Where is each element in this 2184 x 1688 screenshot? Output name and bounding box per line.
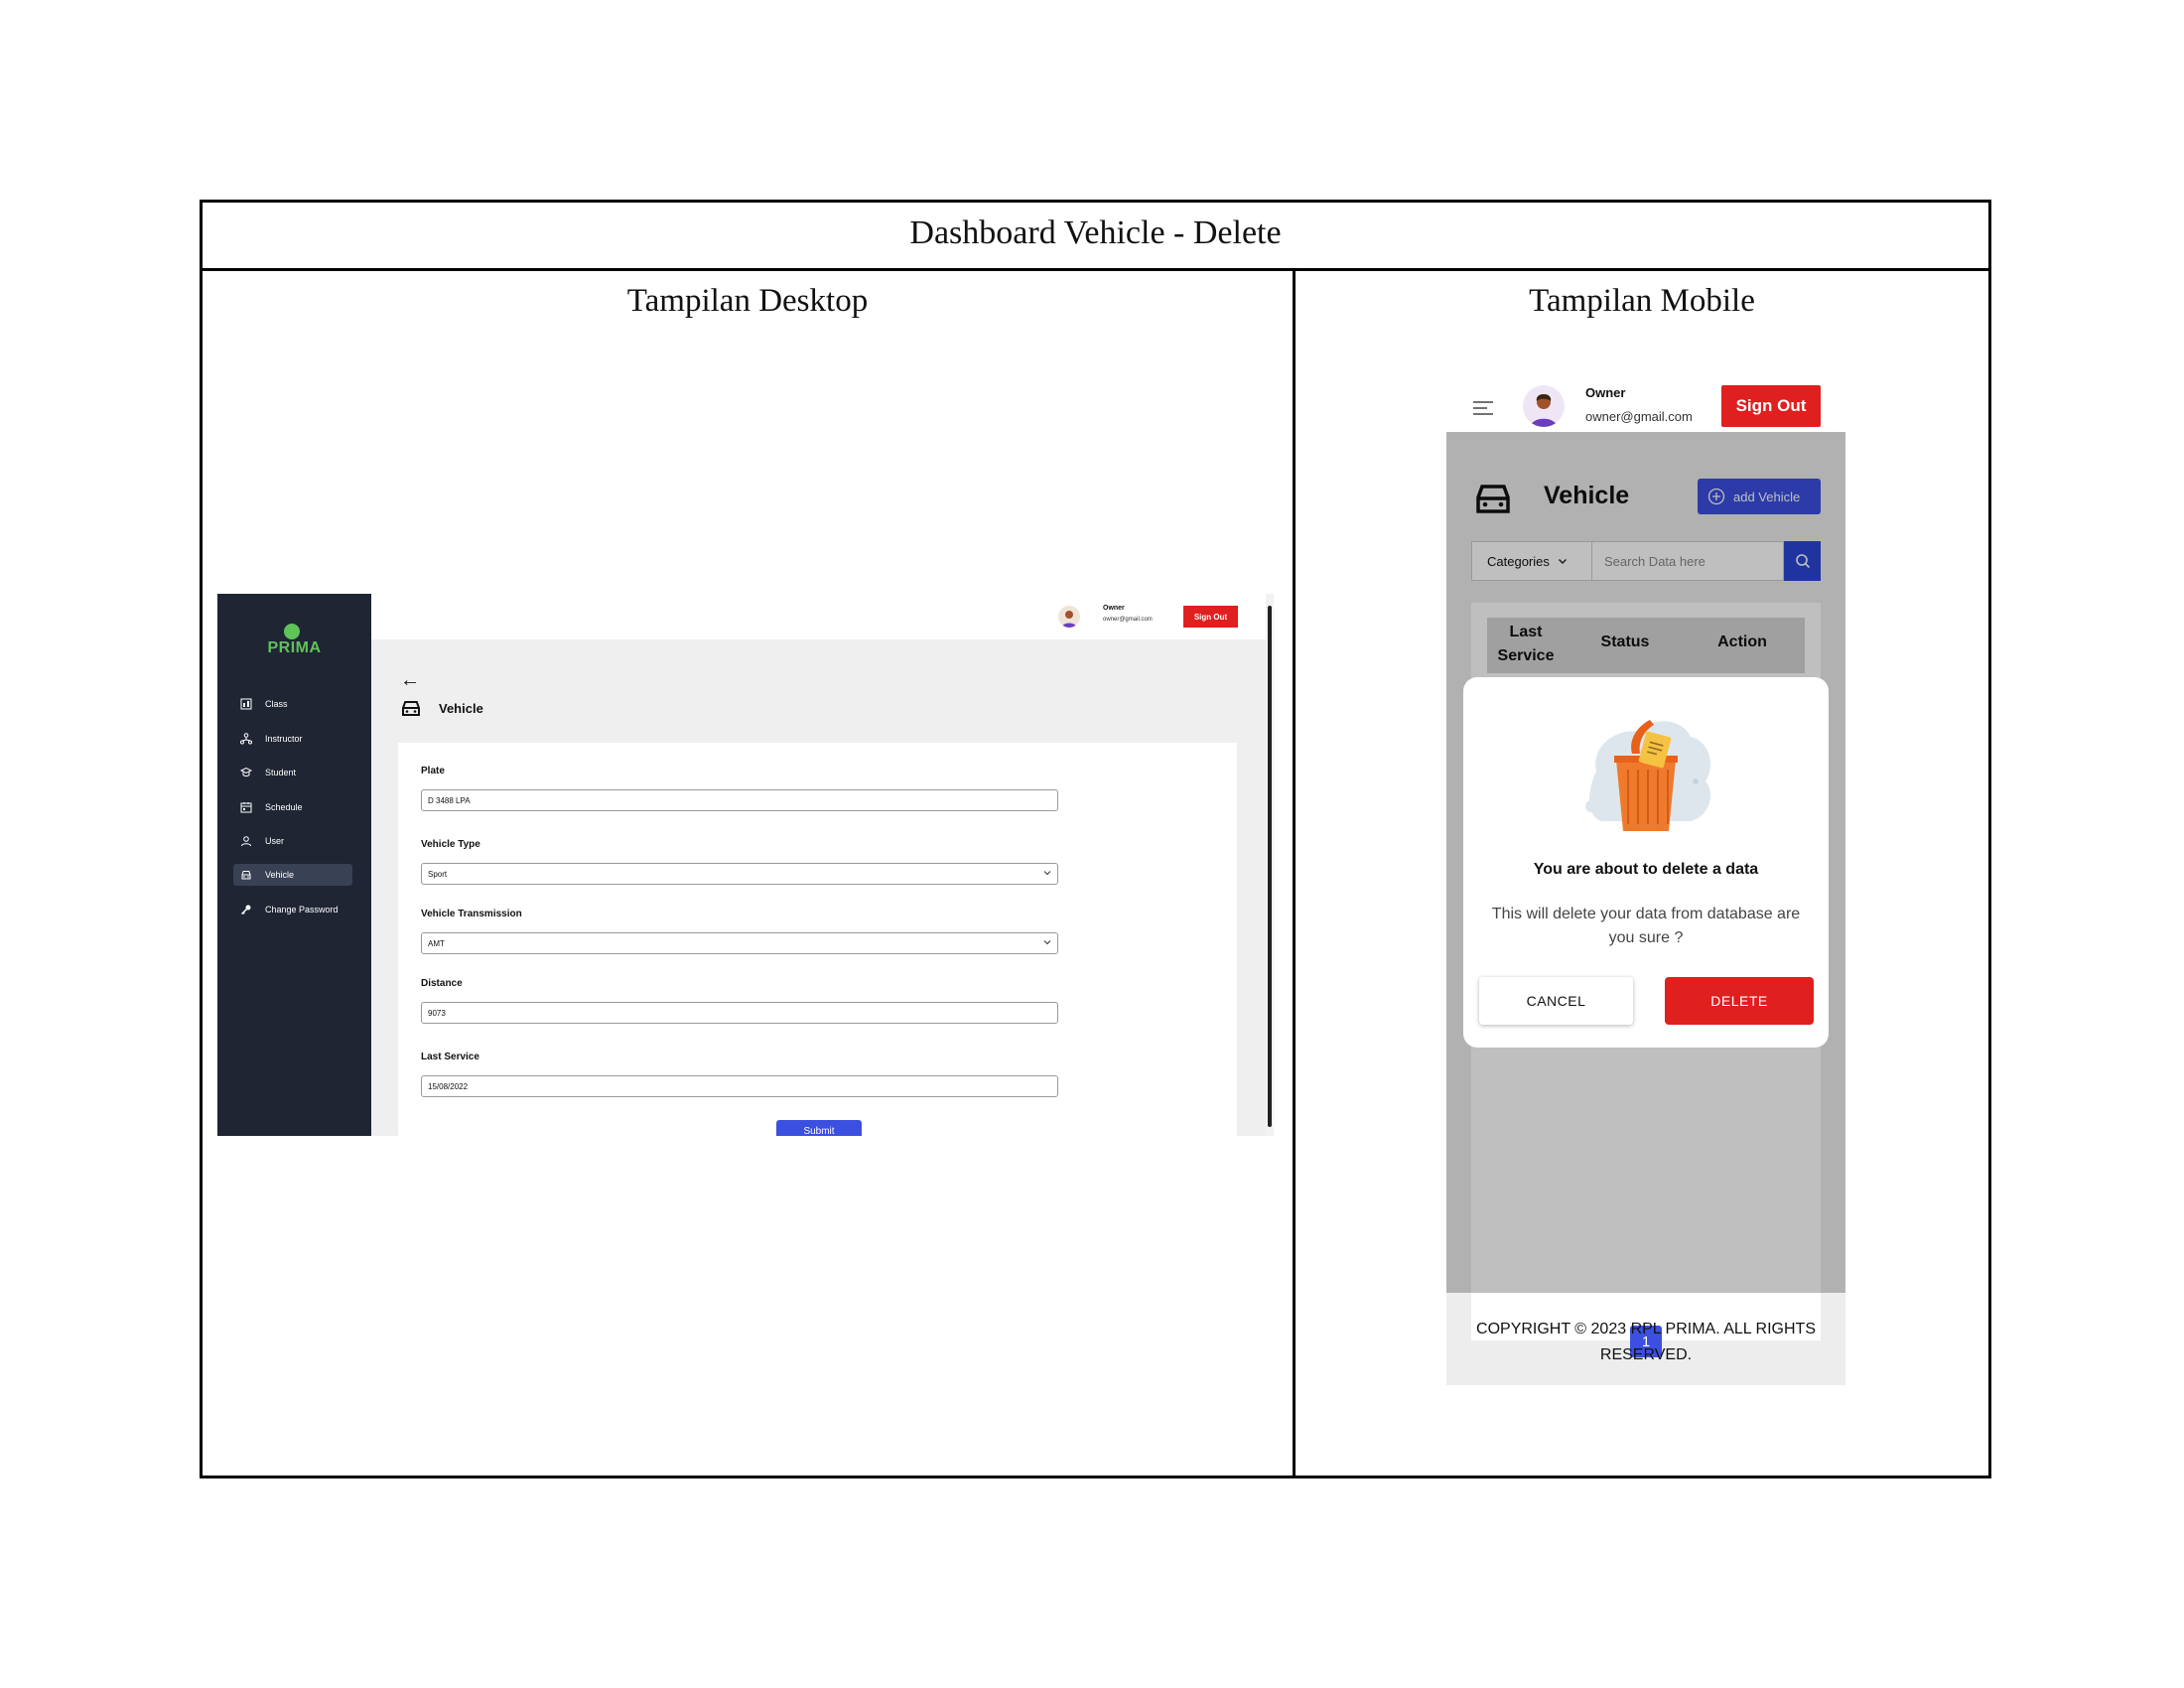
user-icon bbox=[239, 835, 253, 847]
sidebar-item-label: Student bbox=[265, 768, 297, 777]
vehicle-icon bbox=[402, 701, 420, 716]
plate-field[interactable]: D 3488 LPA bbox=[421, 789, 1058, 811]
key-icon bbox=[239, 904, 253, 915]
vehicle-transmission-value: AMT bbox=[428, 938, 445, 948]
distance-field[interactable]: 9073 bbox=[421, 1002, 1058, 1024]
sidebar-item-label: Vehicle bbox=[265, 870, 295, 880]
avatar[interactable] bbox=[1058, 606, 1080, 628]
vehicle-transmission-select[interactable]: AMT bbox=[421, 932, 1058, 954]
desktop-caption: Tampilan Desktop bbox=[626, 283, 869, 319]
modal-title: You are about to delete a data bbox=[1533, 861, 1759, 878]
sign-out-button[interactable]: Sign Out bbox=[1721, 385, 1821, 427]
vehicle-type-select[interactable]: Sport bbox=[421, 863, 1058, 885]
document-title: Dashboard Vehicle - Delete bbox=[909, 214, 1282, 251]
last-service-label: Last Service bbox=[421, 1052, 479, 1062]
sidebar-item-label: Schedule bbox=[265, 802, 303, 812]
sidebar: PRIMA Class Instructor Student Schedule … bbox=[217, 594, 371, 1136]
logo-icon bbox=[284, 624, 300, 639]
column-divider bbox=[1293, 268, 1296, 1478]
vehicle-icon bbox=[239, 869, 253, 881]
vehicle-type-label: Vehicle Type bbox=[421, 839, 480, 850]
sign-out-button[interactable]: Sign Out bbox=[1183, 606, 1238, 628]
sidebar-item-instructor[interactable]: Instructor bbox=[233, 728, 352, 750]
sidebar-item-label: Instructor bbox=[265, 734, 303, 744]
sidebar-item-label: User bbox=[265, 836, 285, 846]
submit-button[interactable]: Submit bbox=[776, 1120, 862, 1136]
vehicle-transmission-label: Vehicle Transmission bbox=[421, 909, 522, 919]
user-email: owner@gmail.com bbox=[1103, 617, 1153, 623]
sidebar-item-schedule[interactable]: Schedule bbox=[233, 796, 352, 818]
menu-icon[interactable] bbox=[1472, 399, 1494, 417]
chevron-down-icon bbox=[1043, 940, 1051, 945]
sidebar-item-user[interactable]: User bbox=[233, 830, 352, 852]
instructor-icon bbox=[239, 733, 253, 745]
delete-confirm-modal: You are about to delete a data This will… bbox=[1463, 677, 1829, 1048]
mobile-screenshot: Owner owner@gmail.com Sign Out Vehicle a… bbox=[1446, 377, 1845, 1385]
chevron-down-icon bbox=[1043, 871, 1051, 876]
sidebar-item-label: Change Password bbox=[265, 905, 339, 914]
scrollbar[interactable] bbox=[1266, 594, 1274, 1136]
class-icon bbox=[239, 698, 253, 710]
user-name: Owner bbox=[1585, 385, 1626, 400]
mobile-caption: Tampilan Mobile bbox=[1529, 283, 1755, 319]
delete-button[interactable]: DELETE bbox=[1665, 977, 1814, 1025]
sidebar-item-student[interactable]: Student bbox=[233, 762, 352, 783]
cancel-button[interactable]: CANCEL bbox=[1479, 977, 1633, 1025]
schedule-icon bbox=[239, 801, 253, 813]
avatar[interactable] bbox=[1523, 385, 1565, 427]
distance-label: Distance bbox=[421, 978, 463, 989]
desktop-screenshot: PRIMA Class Instructor Student Schedule … bbox=[217, 594, 1274, 1136]
user-email: owner@gmail.com bbox=[1585, 409, 1693, 424]
sidebar-item-label: Class bbox=[265, 699, 288, 709]
user-name: Owner bbox=[1103, 605, 1125, 612]
plate-label: Plate bbox=[421, 766, 445, 776]
sidebar-item-vehicle[interactable]: Vehicle bbox=[233, 864, 352, 886]
brand-logo: PRIMA bbox=[267, 639, 322, 656]
sidebar-item-class[interactable]: Class bbox=[233, 693, 352, 715]
trash-bin-illustration-icon bbox=[1585, 720, 1710, 831]
student-icon bbox=[239, 767, 253, 778]
vehicle-type-value: Sport bbox=[428, 869, 448, 879]
copyright-text: COPYRIGHT © 2023 RPL PRIMA. ALL RIGHTS R… bbox=[1476, 1321, 1816, 1363]
page-title: Vehicle bbox=[439, 701, 483, 716]
last-service-field[interactable]: 15/08/2022 bbox=[421, 1075, 1058, 1097]
back-arrow-icon[interactable]: ← bbox=[400, 669, 420, 692]
sidebar-item-change-password[interactable]: Change Password bbox=[233, 899, 352, 920]
table-divider bbox=[200, 268, 1991, 271]
modal-message: This will delete your data from database… bbox=[1491, 906, 1801, 946]
